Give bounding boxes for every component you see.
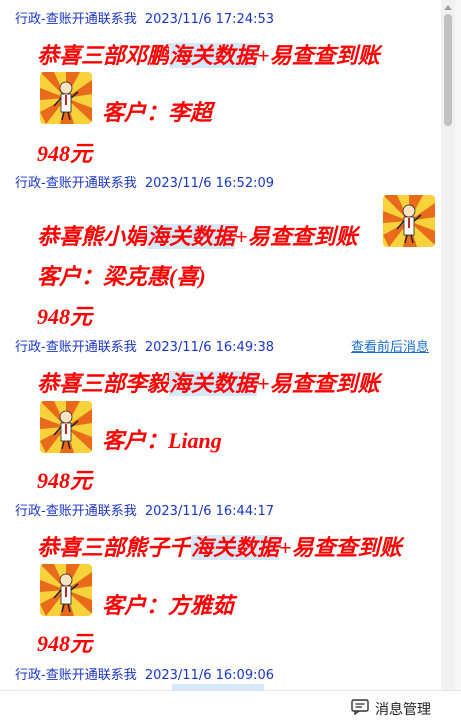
headline-text: +易查查到账	[257, 43, 380, 68]
emoji-sticker-icon[interactable]	[383, 195, 435, 247]
timestamp: 2023/11/6 16:09:06	[144, 668, 275, 683]
amount: 948元	[37, 468, 93, 493]
headline-text: +易查查到账	[279, 535, 402, 560]
emoji-sticker-icon[interactable]	[40, 564, 92, 616]
amount: 948元	[37, 141, 93, 166]
message-meta: 行政-查账开通联系我 2023/11/6 16:44:17	[15, 500, 274, 519]
timestamp: 2023/11/6 16:49:38	[144, 340, 275, 355]
headline-text: 恭喜三部李毅	[37, 371, 170, 396]
message-manager-button[interactable]: 消息管理	[351, 699, 431, 719]
emoji-sticker-icon[interactable]	[40, 401, 92, 453]
message-headline: 恭喜三部邓鹏海关数据+易查查到账	[37, 38, 380, 70]
sender-name[interactable]: 行政-查账开通联系我	[15, 504, 137, 519]
window-edge	[455, 0, 461, 727]
scroll-up-arrow-icon[interactable]	[441, 0, 455, 14]
customer-name: 客户：方雅茹	[102, 593, 235, 618]
headline-text: 恭喜熊小娟	[37, 224, 148, 249]
search-highlight: 海关数据	[169, 371, 258, 396]
message-meta: 行政-查账开通联系我 2023/11/6 16:09:06	[15, 664, 274, 683]
sender-name[interactable]: 行政-查账开通联系我	[15, 668, 137, 683]
message-history-panel: 行政-查账开通联系我 2023/11/6 17:24:53 恭喜三部邓鹏海关数据…	[0, 0, 440, 690]
customer-name: 客户：梁克惠(喜)	[37, 264, 206, 289]
emoji-sticker-icon[interactable]	[40, 72, 92, 124]
search-highlight: 海关数据	[169, 43, 258, 68]
sender-name[interactable]: 行政-查账开通联系我	[15, 12, 137, 27]
headline-text: 恭喜三部邓鹏	[37, 43, 170, 68]
amount: 948元	[37, 304, 93, 329]
timestamp: 2023/11/6 17:24:53	[144, 12, 275, 27]
headline-text: +易查查到账	[257, 371, 380, 396]
message-manager-label: 消息管理	[375, 702, 431, 718]
message-headline: 恭喜三部李毅海关数据+易查查到账	[37, 366, 380, 398]
sender-name[interactable]: 行政-查账开通联系我	[15, 176, 137, 191]
customer-name: 客户：Liang	[102, 428, 222, 453]
footer-bar: 消息管理	[0, 690, 461, 728]
headline-text: 恭喜三部熊子千	[37, 535, 192, 560]
scrollbar-thumb[interactable]	[444, 14, 452, 126]
search-highlight: 海关数据	[147, 224, 236, 249]
message-manager-icon	[351, 699, 369, 719]
timestamp: 2023/11/6 16:44:17	[144, 504, 275, 519]
message-headline: 恭喜三部熊子千海关数据+易查查到账	[37, 530, 402, 562]
vertical-scrollbar[interactable]	[441, 0, 455, 690]
sender-name[interactable]: 行政-查账开通联系我	[15, 340, 137, 355]
customer-name: 客户：李超	[102, 100, 213, 125]
amount: 948元	[37, 631, 93, 656]
timestamp: 2023/11/6 16:52:09	[144, 176, 275, 191]
message-meta: 行政-查账开通联系我 2023/11/6 17:24:53	[15, 8, 274, 27]
message-headline: 恭喜熊小娟海关数据+易查查到账	[37, 219, 358, 251]
headline-text: +易查查到账	[235, 224, 358, 249]
view-context-link[interactable]: 查看前后消息	[351, 336, 429, 355]
message-meta: 行政-查账开通联系我 2023/11/6 16:49:38	[15, 336, 274, 355]
search-highlight: 海关数据	[191, 535, 280, 560]
message-meta: 行政-查账开通联系我 2023/11/6 16:52:09	[15, 172, 274, 191]
